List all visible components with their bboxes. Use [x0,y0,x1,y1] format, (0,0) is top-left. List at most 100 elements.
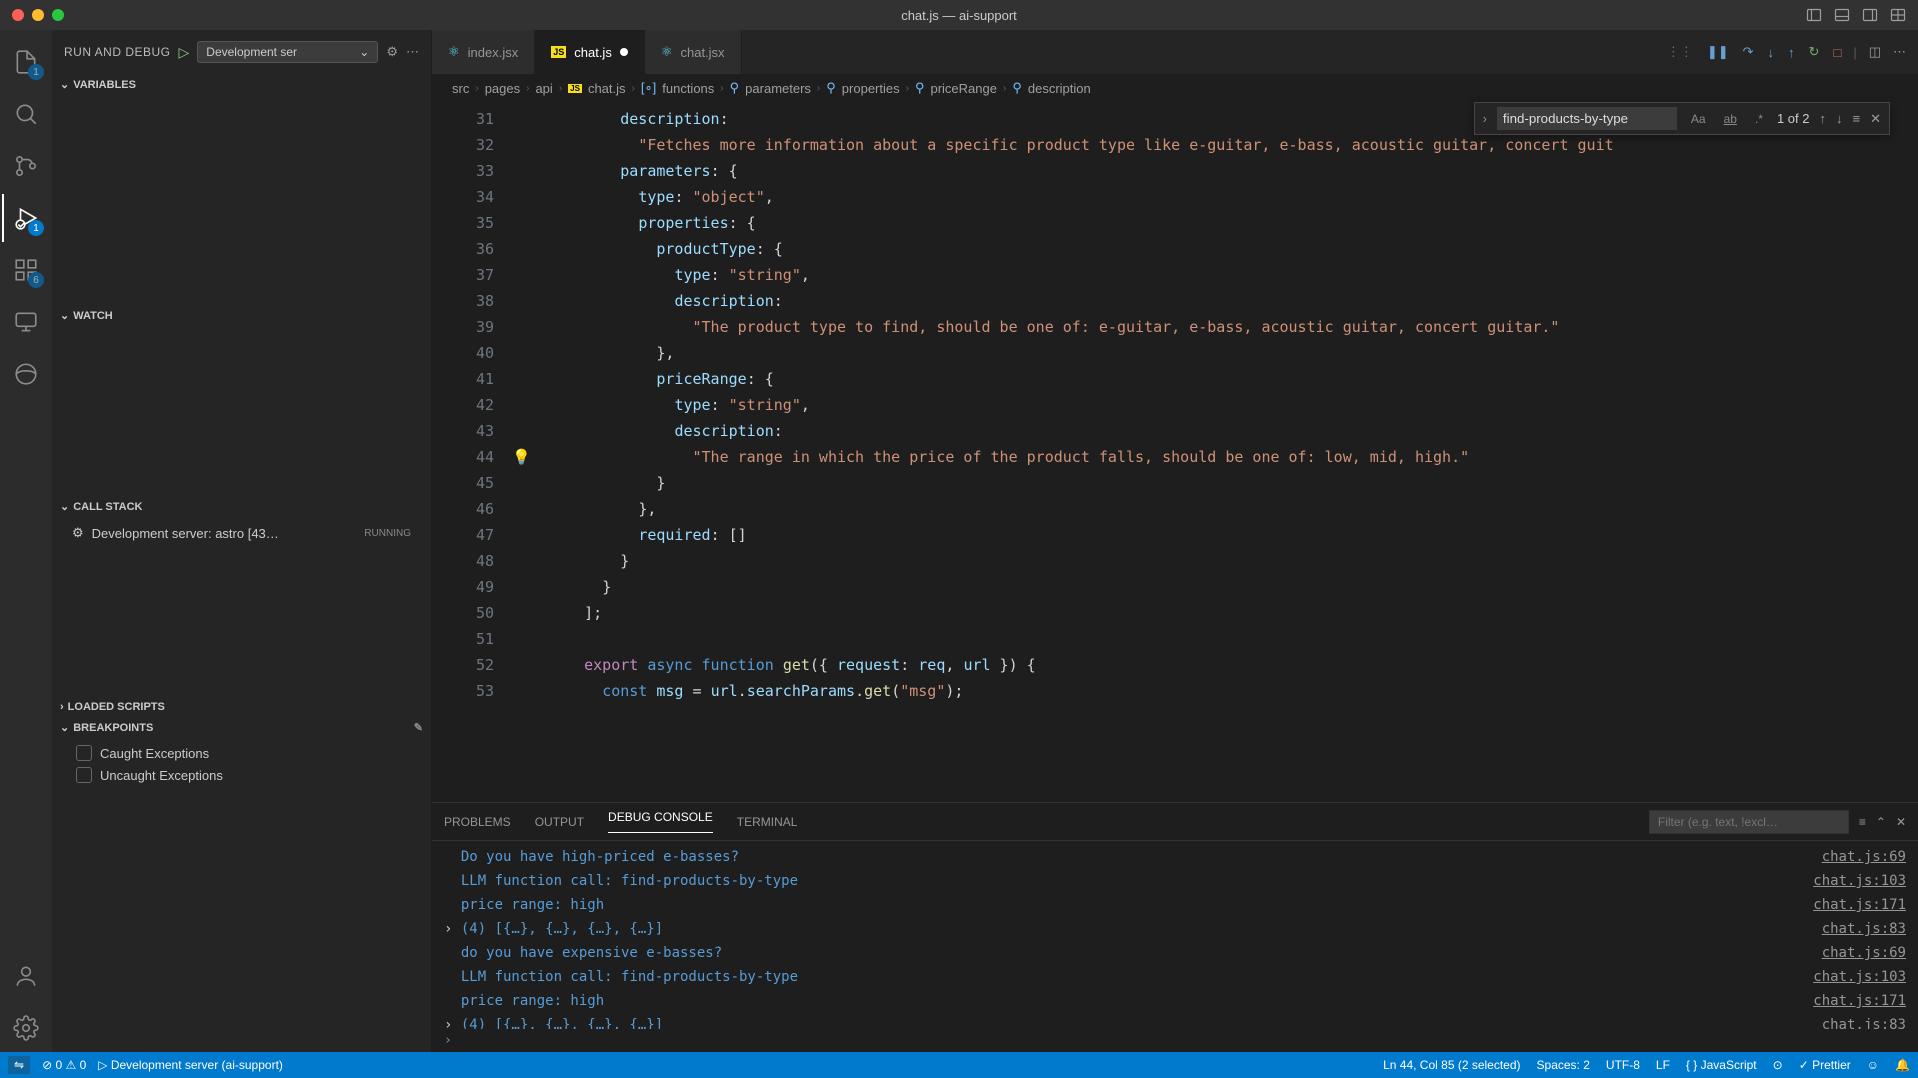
step-out-button[interactable]: ↑ [1788,45,1795,60]
debug-status[interactable]: ▷ Development server (ai-support) [98,1058,283,1072]
match-case-button[interactable]: Aa [1687,110,1710,128]
code-editor[interactable]: 3132333435363738394041424344454647484950… [432,102,1918,802]
window-controls [12,9,64,21]
find-input[interactable] [1497,107,1677,130]
editor-area: ⚛ index.jsx JS chat.js ⚛ chat.jsx ⋮⋮ ❚❚ … [432,30,1918,1052]
pause-button[interactable]: ❚❚ [1707,44,1729,60]
panel-right-icon[interactable] [1862,7,1878,23]
prev-match-button[interactable]: ↑ [1820,111,1827,126]
more-actions-button[interactable]: ⋯ [1893,44,1906,60]
tab-chat-jsx[interactable]: ⚛ chat.jsx [645,30,742,74]
breakpoint-item[interactable]: Caught Exceptions [52,742,431,764]
prettier-status[interactable]: ✓ Prettier [1799,1058,1851,1072]
debug-toolbar: ⋮⋮ ❚❚ ↷ ↓ ↑ ↻ □ [1667,44,1841,60]
extensions-tab[interactable]: 6 [2,246,50,294]
chevron-down-icon: ⌄ [60,309,69,322]
code-content[interactable]: description: "Fetches more information a… [510,102,1918,802]
output-tab[interactable]: OUTPUT [535,815,584,829]
cursor-position[interactable]: Ln 44, Col 85 (2 selected) [1383,1058,1520,1072]
explorer-tab[interactable]: 1 [2,38,50,86]
callstack-item[interactable]: ⚙ Development server: astro [43… RUNNING [52,521,431,545]
zoom-window-button[interactable] [52,9,64,21]
callstack-section-header[interactable]: ⌄ CALL STACK [52,496,431,517]
line-numbers-gutter: 3132333435363738394041424344454647484950… [432,102,510,802]
variables-section-header[interactable]: ⌄ VARIABLES [52,74,431,95]
statusbar: ⇋ ⊘ 0 ⚠ 0 ▷ Development server (ai-suppo… [0,1052,1918,1078]
restart-button[interactable]: ↻ [1809,44,1820,60]
layout-icon[interactable] [1890,7,1906,23]
run-debug-tab[interactable]: 1 [2,194,50,242]
checkbox[interactable] [76,767,92,783]
stop-button[interactable]: □ [1833,45,1841,60]
next-match-button[interactable]: ↓ [1836,111,1843,126]
debug-config-dropdown[interactable]: Development ser ⌄ [197,41,378,63]
minimize-window-button[interactable] [32,9,44,21]
account-icon[interactable] [2,952,50,1000]
js-icon: JS [551,46,566,58]
remote-tab[interactable] [2,298,50,346]
window-title: chat.js — ai-support [901,8,1017,23]
loaded-scripts-section-header[interactable]: › LOADED SCRIPTS [52,697,431,717]
activity-bar: 1 1 6 [0,30,52,1052]
breakpoints-section-header[interactable]: ⌄ BREAKPOINTS ✎ [52,717,431,738]
chevron-right-icon[interactable]: › [1483,111,1487,126]
start-debug-button[interactable]: ▷ [179,44,190,61]
dirty-indicator-icon [620,48,628,56]
remote-button[interactable]: ⇋ [8,1056,30,1074]
find-selection-button[interactable]: ≡ [1853,111,1861,126]
chevron-down-icon: ⌄ [359,45,369,59]
close-window-button[interactable] [12,9,24,21]
feedback-icon[interactable]: ☺ [1867,1058,1879,1072]
sidebar: RUN AND DEBUG ▷ Development ser ⌄ ⚙ ⋯ ⌄ … [52,30,432,1052]
drag-handle-icon[interactable]: ⋮⋮ [1667,44,1693,60]
editor-tabs: ⚛ index.jsx JS chat.js ⚛ chat.jsx ⋮⋮ ❚❚ … [432,30,1918,74]
array-icon: [∘] [641,80,656,96]
watch-section-body [52,326,431,496]
debug-console-output[interactable]: Do you have high-priced e-basses?chat.js… [432,841,1918,1029]
console-filter-input[interactable] [1649,810,1849,834]
terminal-tab[interactable]: TERMINAL [737,815,798,829]
step-over-button[interactable]: ↷ [1743,44,1754,60]
settings-icon[interactable] [2,1004,50,1052]
breadcrumb[interactable]: src› pages› api› JS chat.js› [∘] functio… [432,74,1918,102]
close-panel-button[interactable]: ✕ [1896,815,1906,829]
debug-console-prompt[interactable]: › [432,1029,1918,1052]
notifications-icon[interactable]: 🔔 [1895,1058,1910,1072]
indentation[interactable]: Spaces: 2 [1537,1058,1590,1072]
titlebar: chat.js — ai-support [0,0,1918,30]
problems-tab[interactable]: PROBLEMS [444,815,511,829]
expand-panel-button[interactable]: ⌃ [1876,815,1886,829]
chevron-down-icon: ⌄ [60,500,69,513]
edge-tab[interactable] [2,350,50,398]
tab-chat-js[interactable]: JS chat.js [535,30,645,74]
search-tab[interactable] [2,90,50,138]
watch-section-header[interactable]: ⌄ WATCH [52,305,431,326]
panel-bottom-icon[interactable] [1834,7,1850,23]
debug-console-tab[interactable]: DEBUG CONSOLE [608,810,713,833]
edit-icon[interactable]: ✎ [414,721,423,734]
source-control-tab[interactable] [2,142,50,190]
split-editor-button[interactable]: ◫ [1869,44,1881,60]
more-icon[interactable]: ⋯ [406,44,419,60]
step-into-button[interactable]: ↓ [1768,45,1775,60]
bottom-panel: PROBLEMS OUTPUT DEBUG CONSOLE TERMINAL ≡… [432,802,1918,1052]
copilot-icon[interactable]: ⊙ [1773,1058,1783,1072]
errors-count[interactable]: ⊘ 0 ⚠ 0 [42,1058,86,1072]
explorer-badge: 1 [28,64,44,80]
tab-index-jsx[interactable]: ⚛ index.jsx [432,30,535,74]
panel-left-icon[interactable] [1806,7,1822,23]
encoding[interactable]: UTF-8 [1606,1058,1640,1072]
regex-button[interactable]: .* [1751,110,1767,128]
close-find-button[interactable]: ✕ [1870,111,1881,127]
language-mode[interactable]: { } JavaScript [1686,1058,1757,1072]
chevron-down-icon: ⌄ [60,721,69,734]
checkbox[interactable] [76,745,92,761]
field-icon: ⚲ [826,80,836,96]
gear-icon[interactable]: ⚙ [386,44,398,60]
status-badge: RUNNING [364,528,411,539]
find-widget: › Aa ab .* 1 of 2 ↑ ↓ ≡ ✕ [1474,102,1890,135]
log-level-button[interactable]: ≡ [1859,815,1866,829]
match-word-button[interactable]: ab [1720,110,1741,128]
eol[interactable]: LF [1656,1058,1670,1072]
breakpoint-item[interactable]: Uncaught Exceptions [52,764,431,786]
